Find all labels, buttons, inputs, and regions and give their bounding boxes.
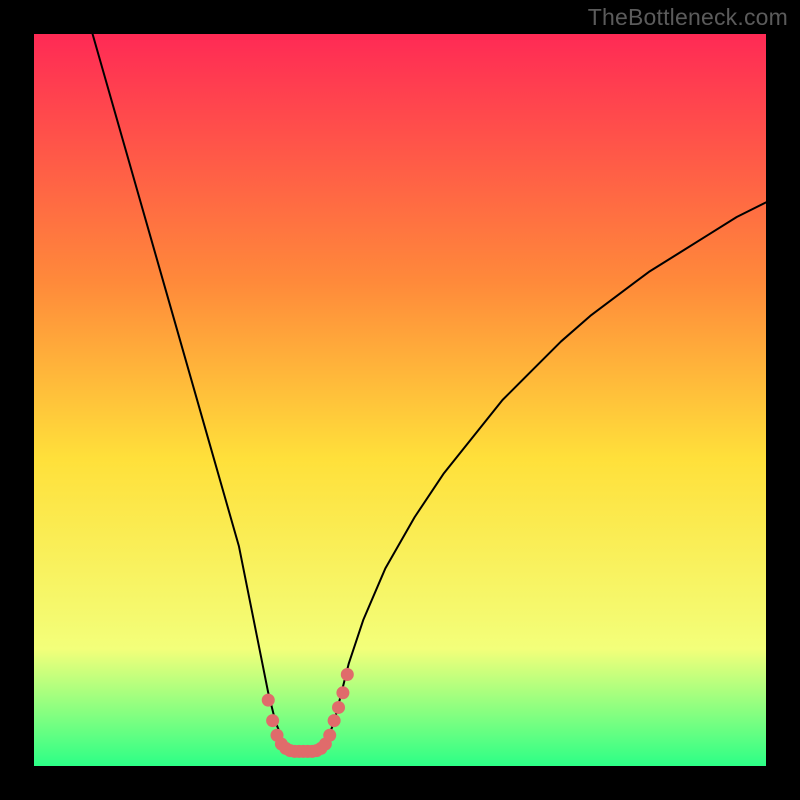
gradient-background bbox=[34, 34, 766, 766]
watermark-text: TheBottleneck.com bbox=[588, 4, 788, 31]
optimal-zone-marker-dot bbox=[328, 714, 341, 727]
optimal-zone-marker-dot bbox=[262, 694, 275, 707]
optimal-zone-marker-dot bbox=[336, 686, 349, 699]
optimal-zone-marker-dot bbox=[266, 714, 279, 727]
plot-area bbox=[34, 34, 766, 766]
optimal-zone-marker-dot bbox=[323, 729, 336, 742]
optimal-zone-marker-dot bbox=[332, 701, 345, 714]
chart-frame: TheBottleneck.com bbox=[0, 0, 800, 800]
chart-svg bbox=[34, 34, 766, 766]
optimal-zone-marker-dot bbox=[341, 668, 354, 681]
